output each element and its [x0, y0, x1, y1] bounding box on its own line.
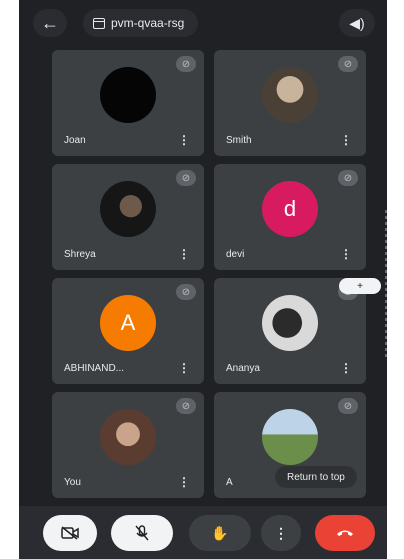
avatar: d	[262, 181, 318, 237]
more-vertical-icon[interactable]: ⋮	[178, 475, 190, 489]
speaker-button[interactable]: ◀)	[339, 9, 375, 37]
participant-tile[interactable]: ⊘ d devi ⋮	[214, 164, 366, 270]
more-options-button[interactable]: ⋮	[261, 515, 301, 551]
participant-tile[interactable]: ⊘ Shreya ⋮	[52, 164, 204, 270]
mic-off-icon: ⊘	[176, 398, 196, 414]
participant-tile[interactable]: ⊘ Joan ⋮	[52, 50, 204, 156]
participant-tile[interactable]: ⊘ You ⋮	[52, 392, 204, 498]
plus-label: +	[357, 280, 363, 292]
more-vertical-icon[interactable]: ⋮	[340, 133, 352, 147]
avatar-initial: A	[120, 310, 136, 335]
more-vertical-icon[interactable]: ⋮	[340, 247, 352, 261]
meet-screen: ← pvm-qvaa-rsg ◀) ⊘ Joan ⋮ ⊘ Smith ⋮ ⊘ S…	[19, 0, 387, 559]
add-button[interactable]: +	[339, 278, 381, 294]
calendar-icon	[93, 17, 105, 29]
more-vertical-icon: ⋮	[274, 524, 288, 541]
mic-toggle-button[interactable]	[111, 515, 173, 551]
back-button[interactable]: ←	[33, 9, 67, 37]
avatar	[100, 409, 156, 465]
meeting-code-chip[interactable]: pvm-qvaa-rsg	[83, 9, 199, 37]
mic-off-icon	[135, 525, 149, 541]
call-controls-bar: ✋ ⋮	[19, 506, 387, 559]
more-vertical-icon[interactable]: ⋮	[178, 361, 190, 375]
speaker-icon: ◀)	[349, 14, 365, 31]
more-vertical-icon[interactable]: ⋮	[340, 361, 352, 375]
more-vertical-icon[interactable]: ⋮	[178, 247, 190, 261]
mic-off-icon: ⊘	[176, 56, 196, 72]
raise-hand-button[interactable]: ✋	[189, 515, 251, 551]
participant-name: Shreya	[64, 249, 96, 260]
return-to-top-button[interactable]: Return to top	[275, 466, 357, 488]
participant-tile[interactable]: ⊘ A ABHINAND... ⋮	[52, 278, 204, 384]
participant-name: devi	[226, 249, 245, 260]
participant-tile[interactable]: ⊘ Ananya ⋮	[214, 278, 366, 384]
mic-off-icon: ⊘	[176, 284, 196, 300]
participant-name: Ananya	[226, 363, 260, 374]
arrow-left-icon: ←	[41, 12, 59, 33]
participant-name: A	[226, 477, 233, 488]
mic-off-icon: ⊘	[338, 170, 358, 186]
end-call-icon	[337, 530, 353, 536]
more-vertical-icon[interactable]: ⋮	[178, 133, 190, 147]
avatar	[100, 181, 156, 237]
mic-off-icon: ⊘	[338, 398, 358, 414]
avatar-initial: d	[283, 196, 297, 221]
meeting-code: pvm-qvaa-rsg	[111, 16, 185, 30]
camera-toggle-button[interactable]	[43, 515, 97, 551]
camera-off-icon	[61, 526, 79, 540]
end-call-button[interactable]	[315, 515, 375, 551]
avatar	[262, 67, 318, 123]
avatar	[262, 295, 318, 351]
participant-name: ABHINAND...	[64, 363, 125, 374]
avatar	[262, 409, 318, 465]
raise-hand-icon: ✋	[211, 524, 229, 541]
top-bar: ← pvm-qvaa-rsg ◀)	[19, 0, 387, 46]
participant-name: Joan	[64, 135, 86, 146]
participant-name: You	[64, 477, 81, 488]
participant-name: Smith	[226, 135, 252, 146]
scrollbar[interactable]	[385, 210, 387, 360]
mic-off-icon: ⊘	[338, 56, 358, 72]
avatar	[100, 67, 156, 123]
participant-tile[interactable]: ⊘ Smith ⋮	[214, 50, 366, 156]
mic-off-icon: ⊘	[176, 170, 196, 186]
avatar: A	[100, 295, 156, 351]
